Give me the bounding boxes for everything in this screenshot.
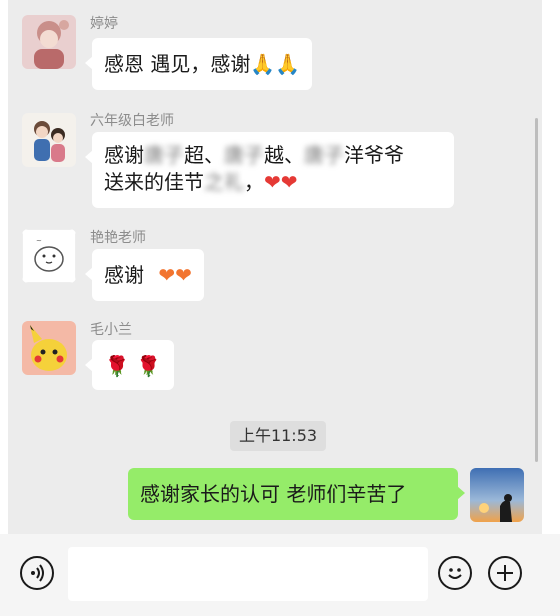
avatar-image: ~ bbox=[22, 229, 76, 283]
sender-name: 婷婷 bbox=[90, 16, 118, 32]
scrollbar[interactable] bbox=[535, 118, 538, 462]
avatar-mao-xiaolan[interactable] bbox=[22, 321, 76, 375]
message-text: 感谢 bbox=[104, 263, 144, 287]
message-text: 越、 bbox=[264, 143, 304, 167]
message-text: 超、 bbox=[184, 143, 224, 167]
voice-button[interactable] bbox=[20, 556, 54, 590]
avatar-image bbox=[22, 113, 76, 167]
message-line: 感谢唐子超、唐子越、唐子洋爷爷 bbox=[104, 142, 442, 169]
message-text: 感谢家长的认可 老师们辛苦了 bbox=[140, 482, 407, 506]
message-bubble[interactable]: 🌹 🌹 bbox=[85, 340, 174, 390]
voice-icon bbox=[31, 564, 44, 582]
avatar-tingting[interactable] bbox=[22, 15, 76, 69]
message-text: 感谢 bbox=[104, 143, 144, 167]
avatar-image bbox=[470, 468, 524, 522]
avatar-image bbox=[22, 321, 76, 375]
blurred-text: 唐子 bbox=[304, 143, 344, 167]
message-bubble[interactable]: 感谢唐子超、唐子越、唐子洋爷爷 送来的佳节之礼，❤❤ bbox=[85, 132, 454, 208]
message-text: 洋爷爷 bbox=[344, 143, 404, 167]
sender-name: 六年级白老师 bbox=[90, 113, 174, 129]
avatar-image bbox=[22, 15, 76, 69]
add-button[interactable] bbox=[488, 556, 522, 590]
own-message-bubble[interactable]: 感谢家长的认可 老师们辛苦了 bbox=[128, 468, 465, 520]
pray-emoji: 🙏🙏 bbox=[250, 52, 301, 76]
sender-name: 毛小兰 bbox=[90, 322, 132, 338]
emoji-icon bbox=[448, 568, 462, 579]
avatar-self[interactable] bbox=[470, 468, 524, 522]
chat-area: 婷婷 感恩 遇见，感谢🙏🙏 六年级白老师 感谢唐子超、唐子越、唐子洋爷爷 送来的… bbox=[8, 0, 542, 534]
rose-emoji: 🌹 🌹 bbox=[104, 354, 162, 378]
message-text: 感恩 遇见，感谢 bbox=[104, 52, 251, 76]
message-bubble[interactable]: 感谢 ❤❤ bbox=[85, 249, 204, 301]
svg-text:~: ~ bbox=[36, 237, 42, 245]
timestamp: 上午11:53 bbox=[230, 421, 326, 451]
heart-emoji: ❤❤ bbox=[264, 170, 298, 194]
message-text: 送来的佳节 bbox=[104, 170, 204, 194]
heart-emoji: ❤❤ bbox=[158, 263, 192, 287]
blurred-text: 之礼 bbox=[204, 170, 244, 194]
add-icon bbox=[497, 565, 513, 581]
sender-name: 艳艳老师 bbox=[90, 230, 146, 246]
message-bubble[interactable]: 感恩 遇见，感谢🙏🙏 bbox=[84, 38, 313, 90]
input-bar bbox=[0, 534, 560, 616]
blurred-text: 唐子 bbox=[144, 143, 184, 167]
avatar-bai-teacher[interactable] bbox=[22, 113, 76, 167]
blurred-text: 唐子 bbox=[224, 143, 264, 167]
emoji-button[interactable] bbox=[438, 556, 472, 590]
message-line: 送来的佳节之礼，❤❤ bbox=[104, 169, 442, 196]
message-text: ， bbox=[244, 170, 264, 194]
avatar-yanyan-teacher[interactable]: ~ bbox=[22, 229, 76, 283]
message-input[interactable] bbox=[68, 547, 428, 601]
